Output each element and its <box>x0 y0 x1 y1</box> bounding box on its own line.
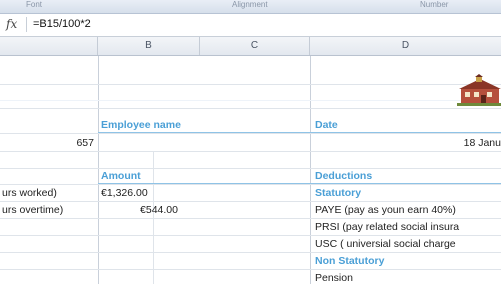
hours-worked-label[interactable]: urs worked) <box>2 186 57 200</box>
column-header-a[interactable] <box>0 37 98 55</box>
amount-header[interactable]: Amount <box>101 169 141 183</box>
gridline-horizontal <box>0 133 501 134</box>
pension-label[interactable]: Pension <box>315 271 353 285</box>
employee-name-header[interactable]: Employee name <box>101 118 181 132</box>
gridline-horizontal <box>0 235 501 236</box>
formula-input[interactable]: =B15/100*2 <box>33 18 91 30</box>
gridline-horizontal <box>0 168 501 169</box>
gridline-vertical <box>98 56 99 284</box>
hours-worked-amount[interactable]: €1,326.00 <box>101 186 148 200</box>
gridline-vertical <box>310 56 311 284</box>
gridline-horizontal <box>0 218 501 219</box>
ribbon-group-alignment[interactable]: Alignment <box>232 0 268 10</box>
column-header-c[interactable]: C <box>200 37 310 55</box>
formula-bar-divider <box>26 17 27 32</box>
worksheet-grid[interactable]: Employee name Date 657 18 Janu Amount De… <box>0 56 501 284</box>
formula-bar: fx =B15/100*2 <box>0 14 501 37</box>
statutory-label[interactable]: Statutory <box>315 186 361 200</box>
header-band <box>0 100 460 101</box>
hours-overtime-amount[interactable]: €544.00 <box>98 203 178 217</box>
gridline-horizontal <box>0 201 501 202</box>
ribbon-group-font[interactable]: Font <box>26 0 42 10</box>
header-underline <box>98 183 501 184</box>
gridline-horizontal <box>0 184 501 185</box>
column-headers: B C D <box>0 37 501 56</box>
date-header[interactable]: Date <box>315 118 338 132</box>
non-statutory-label[interactable]: Non Statutory <box>315 254 384 268</box>
gridline-horizontal <box>0 252 501 253</box>
column-header-b[interactable]: B <box>98 37 200 55</box>
insert-function-icon[interactable]: fx <box>6 17 17 31</box>
gridline-horizontal <box>0 108 501 109</box>
prsi-label[interactable]: PRSI (pay related social insura <box>315 220 459 234</box>
gridline-horizontal <box>0 84 501 85</box>
employee-number-cell[interactable]: 657 <box>0 136 94 150</box>
deductions-header[interactable]: Deductions <box>315 169 372 183</box>
paye-label[interactable]: PAYE (pay as youn earn 40%) <box>315 203 456 217</box>
hours-overtime-label[interactable]: urs overtime) <box>2 203 63 217</box>
ribbon-group-number[interactable]: Number <box>420 0 448 10</box>
date-value-cell[interactable]: 18 Janu <box>380 136 501 150</box>
header-underline <box>98 132 501 133</box>
gridline-horizontal <box>0 151 501 152</box>
ribbon-strip: Font Alignment Number <box>0 0 501 14</box>
schoolhouse-logo-icon <box>457 74 501 106</box>
usc-label[interactable]: USC ( universial social charge <box>315 237 456 251</box>
gridline-horizontal <box>0 269 501 270</box>
column-header-d[interactable]: D <box>310 37 501 55</box>
